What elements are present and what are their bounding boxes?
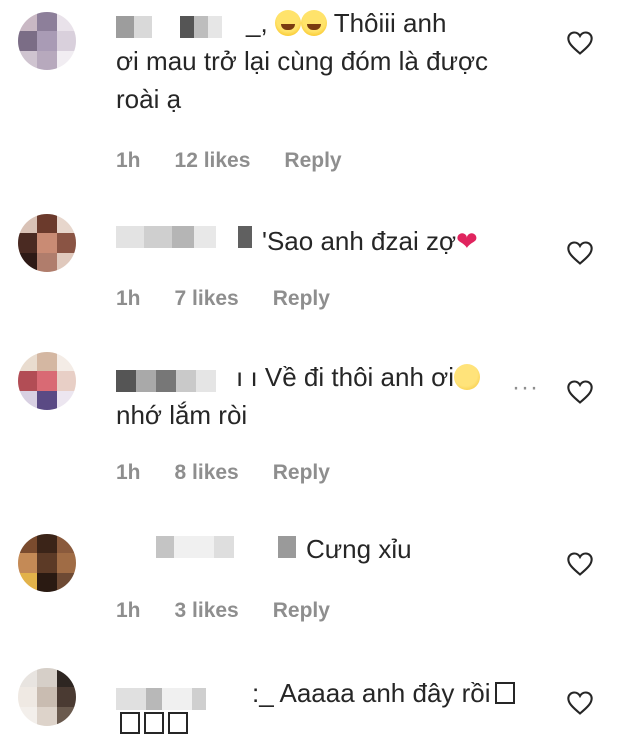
comment-meta: 1h 7 likes Reply <box>116 287 330 311</box>
laugh-emoji-icon <box>274 10 301 36</box>
comment-time: 1h <box>116 461 141 484</box>
like-heart-icon[interactable] <box>566 240 594 266</box>
unsupported-glyph-icon <box>168 712 188 734</box>
comment-meta: 1h 8 likes Reply <box>116 461 330 485</box>
comment-time: 1h <box>116 599 141 622</box>
comment-text: Cưng xỉu <box>306 534 412 564</box>
comment-time: 1h <box>116 287 141 310</box>
laugh-emoji-icon <box>300 10 327 36</box>
reply-button[interactable]: Reply <box>273 287 330 311</box>
red-heart-emoji-icon: ❤ <box>456 226 478 256</box>
comment-meta: 1h 12 likes Reply <box>116 149 342 173</box>
likes-count[interactable]: 8 likes <box>175 461 239 485</box>
comment-meta: 1h 3 likes Reply <box>116 599 330 623</box>
comment-text: ı ı Về đi thôi anh ơi <box>236 358 496 396</box>
username[interactable] <box>116 536 296 558</box>
comment-text: 'Sao anh đzai zợ❤ <box>262 226 478 256</box>
like-heart-icon[interactable] <box>566 379 594 405</box>
comment-text-line2: nhớ lắm ròi <box>116 400 248 430</box>
comment-text: _, Thôiii anh ơi mau trở lại cùng đóm là… <box>116 8 489 114</box>
reply-button[interactable]: Reply <box>284 149 341 173</box>
like-heart-icon[interactable] <box>566 30 594 56</box>
username[interactable] <box>116 226 252 248</box>
username-suffix: _, <box>246 8 268 38</box>
unsupported-glyph-icon <box>120 712 140 734</box>
avatar[interactable] <box>18 214 76 272</box>
like-heart-icon[interactable] <box>566 551 594 577</box>
unsupported-glyphs <box>116 712 188 737</box>
likes-count[interactable]: 7 likes <box>175 287 239 311</box>
avatar[interactable] <box>18 352 76 410</box>
reply-button[interactable]: Reply <box>273 461 330 485</box>
likes-count[interactable]: 3 likes <box>175 599 239 623</box>
comment-time: 1h <box>116 149 141 172</box>
comment-text: :_ Aaaaa anh đây rồi <box>252 674 572 712</box>
avatar[interactable] <box>18 12 76 70</box>
username[interactable] <box>116 370 232 392</box>
more-options-button[interactable]: ··· <box>512 374 539 402</box>
sleepy-emoji-icon <box>453 364 480 390</box>
likes-count[interactable]: 12 likes <box>175 149 251 173</box>
username[interactable] <box>116 688 256 710</box>
unsupported-glyph-icon <box>494 682 515 704</box>
unsupported-glyph-icon <box>144 712 164 734</box>
avatar[interactable] <box>18 534 76 592</box>
reply-button[interactable]: Reply <box>273 599 330 623</box>
avatar[interactable] <box>18 668 76 726</box>
like-heart-icon[interactable] <box>566 690 594 716</box>
